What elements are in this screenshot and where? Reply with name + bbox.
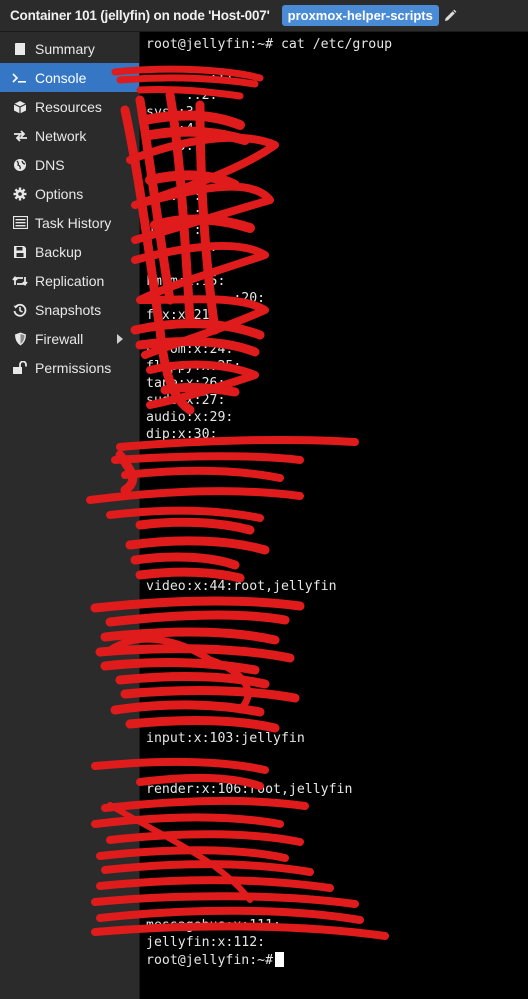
console-line: : — [146, 206, 202, 222]
sidebar-item-backup[interactable]: Backup — [0, 237, 139, 266]
console-line: video:x:44:root,jellyfin — [146, 579, 337, 594]
sidebar-item-permissions[interactable]: Permissions — [0, 353, 139, 382]
sidebar-item-label: Summary — [35, 40, 95, 57]
sidebar-item-options[interactable]: Options — [0, 179, 139, 208]
retweet-icon — [12, 273, 28, 289]
sidebar-item-network[interactable]: Network — [0, 121, 139, 150]
globe-icon — [12, 157, 28, 173]
console-line: kmem:x:15: — [146, 274, 226, 290]
console-line: : — [146, 155, 202, 171]
pencil-icon[interactable] — [443, 9, 457, 23]
console-line: messagebus:x:111: — [146, 917, 281, 933]
sidebar-item-snapshots[interactable]: Snapshots — [0, 295, 139, 324]
terminal-icon — [12, 70, 28, 86]
console-line: : :20: — [146, 291, 266, 307]
sidebar: Summary Console Resources Network DNS Options… — [0, 32, 140, 999]
console-line: dip:x:30: — [146, 426, 218, 442]
console-line: root@jellyfin:~# cat /etc/group — [146, 37, 393, 52]
console-line: : — [146, 257, 210, 273]
sidebar-item-firewall[interactable]: Firewall — [0, 324, 139, 353]
list-icon — [12, 215, 28, 231]
container-title: Container 101 (jellyfin) on node 'Host-0… — [10, 8, 270, 23]
sidebar-item-label: Replication — [35, 272, 105, 289]
book-icon — [12, 41, 28, 57]
sidebar-item-label: Task History — [35, 214, 112, 231]
console-line: floppy:x:25: — [146, 358, 242, 374]
console-line: jellyfin:x:112: — [146, 934, 266, 950]
sidebar-item-replication[interactable]: Replication — [0, 266, 139, 295]
console-line: root@jellyfin:~# — [146, 951, 528, 969]
console-terminal[interactable]: root@jellyfin:~# cat /etc/group ::1: ::2… — [140, 32, 528, 999]
sidebar-item-task-history[interactable]: Task History — [0, 208, 139, 237]
sidebar-item-summary[interactable]: Summary — [0, 34, 139, 63]
text-cursor — [275, 951, 285, 967]
shield-icon — [12, 331, 28, 347]
sidebar-item-label: Permissions — [35, 359, 112, 376]
sidebar-item-dns[interactable]: DNS — [0, 150, 139, 179]
console-line: audio:x:29: — [146, 409, 234, 425]
sidebar-item-label: Firewall — [35, 330, 84, 347]
sidebar-item-label: Backup — [35, 243, 82, 260]
console-line: ::1: — [146, 70, 242, 86]
console-line: sudo:x:27: — [146, 392, 226, 408]
cube-icon — [12, 99, 28, 115]
console-line: cdrom:x:24: — [146, 341, 234, 357]
console-line: input:x:103:jellyfin — [146, 731, 305, 747]
sidebar-item-label: DNS — [35, 156, 65, 173]
sidebar-item-label: Options — [35, 185, 84, 202]
console-line: sys::3: — [146, 104, 202, 120]
sidebar-item-label: Resources — [35, 98, 102, 115]
console-line: fax:x:21: — [146, 308, 218, 323]
title-bar: Container 101 (jellyfin) on node 'Host-0… — [0, 0, 528, 32]
unlock-icon — [12, 360, 28, 376]
expand-arrow-icon[interactable] — [117, 334, 123, 344]
console-line: ::2: — [146, 87, 218, 103]
sidebar-item-label: Network — [35, 127, 87, 144]
sidebar-item-label: Snapshots — [35, 301, 102, 318]
sidebar-item-resources[interactable]: Resources — [0, 92, 139, 121]
gear-icon — [12, 186, 28, 202]
console-line: render:x:106:root,jellyfin — [146, 782, 353, 798]
history-icon — [12, 302, 28, 318]
console-line: : : — [146, 189, 202, 205]
tag-badge[interactable]: proxmox-helper-scripts — [281, 5, 439, 26]
console-line: u : — [146, 223, 202, 239]
console-line: tape:x:26: — [146, 375, 226, 391]
console-line: 5: — [146, 138, 194, 154]
sidebar-item-label: Console — [35, 69, 87, 86]
network-icon — [12, 128, 28, 144]
console-line: :4: — [146, 121, 202, 137]
console-line: : — [146, 240, 218, 256]
floppy-icon — [12, 244, 28, 260]
sidebar-item-console[interactable]: Console — [0, 63, 139, 92]
